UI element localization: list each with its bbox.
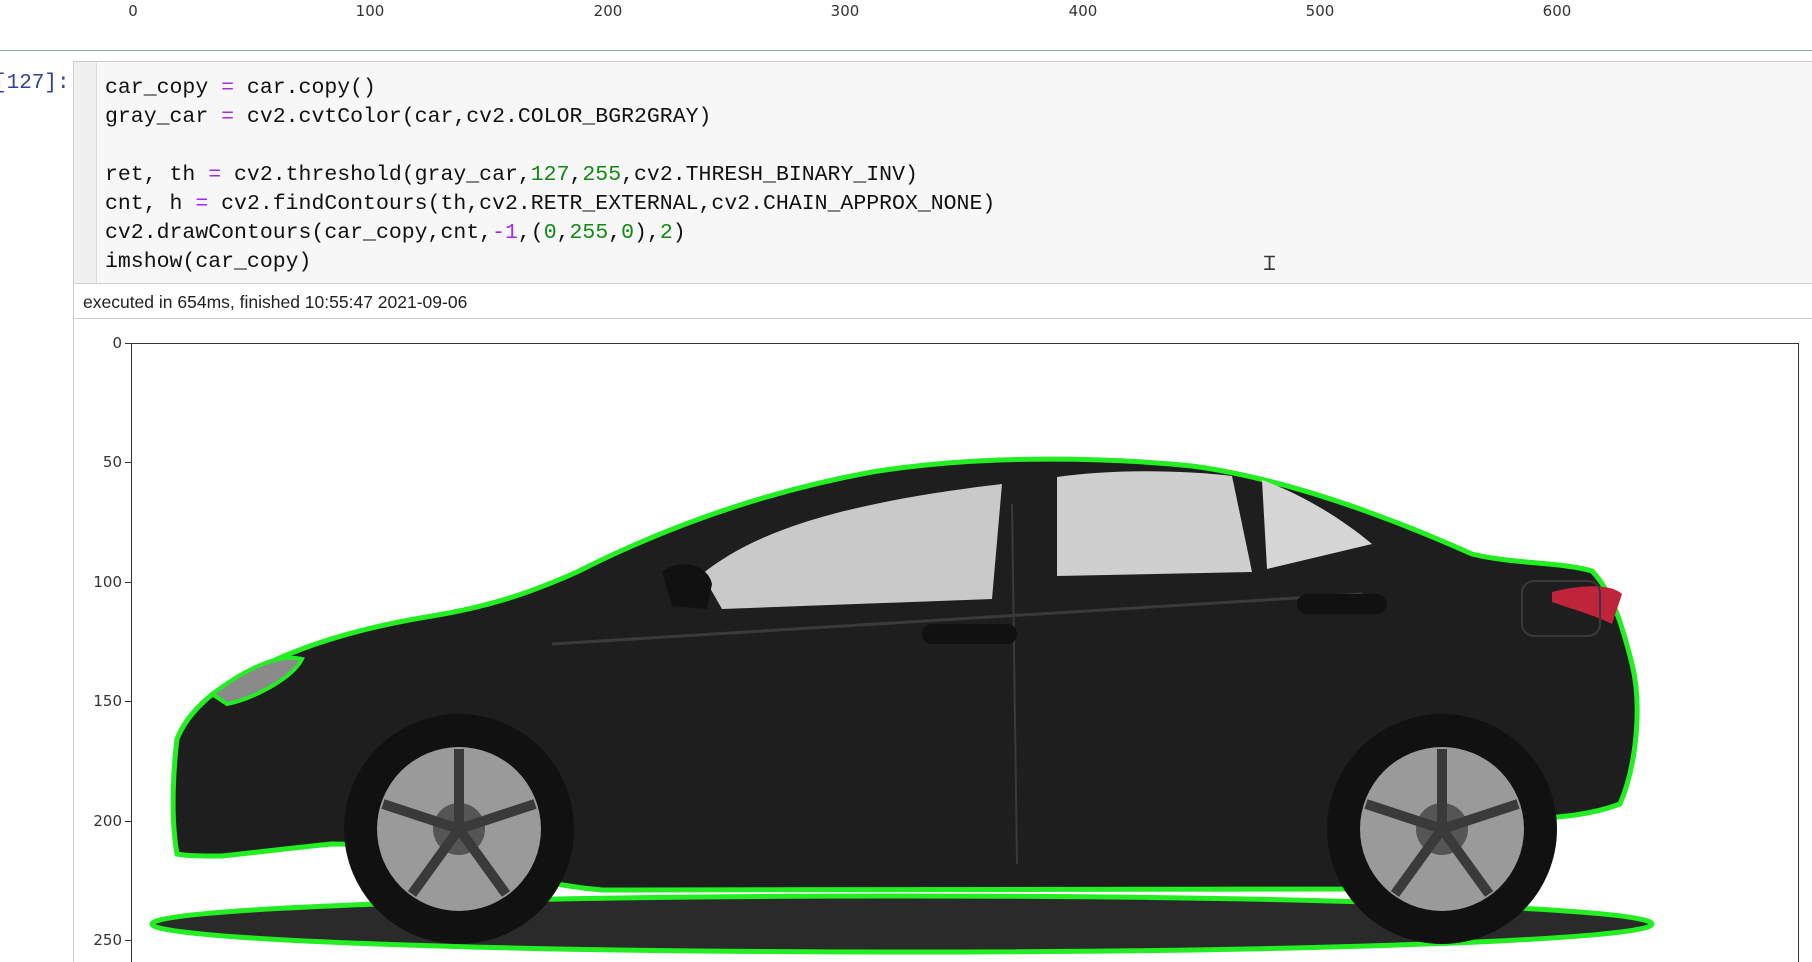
code-token: 0 (621, 221, 635, 245)
code-line: gray_car = cv2.cvtColor(car,cv2.COLOR_BG… (105, 103, 995, 132)
code-cell[interactable]: car_copy = car.copy() gray_car = cv2.cvtC… (73, 61, 1812, 284)
code-token: ,cv2.THRESH_BINARY_INV) (621, 163, 918, 187)
y-tick-mark (125, 701, 131, 702)
code-token: car.copy() (234, 76, 376, 100)
x-tick-label: 200 (593, 2, 623, 20)
code-token: 255 (582, 163, 622, 187)
code-token: cv2.cvtColor(car,cv2.COLOR_BGR2GRAY) (234, 105, 712, 129)
code-token: gray_car (105, 105, 222, 129)
code-token: ) (672, 221, 686, 245)
code-line: cv2.drawContours(car_copy,cnt,-1,(0,255,… (105, 219, 995, 248)
code-editor[interactable]: car_copy = car.copy() gray_car = cv2.cvtC… (105, 74, 995, 277)
y-tick-label: 150 (93, 692, 122, 710)
code-token: 255 (569, 221, 609, 245)
code-token: 127 (530, 163, 570, 187)
image-output-frame (131, 343, 1799, 962)
y-tick-mark (125, 940, 131, 941)
code-line: car_copy = car.copy() (105, 74, 995, 103)
x-tick-label: 300 (830, 2, 860, 20)
code-token: , (569, 163, 583, 187)
code-token: = (195, 192, 209, 216)
code-token: , (608, 221, 622, 245)
code-token: cv2.findContours(th,cv2.RETR_EXTERNAL,cv… (208, 192, 996, 216)
execution-info-bar: executed in 654ms, finished 10:55:47 202… (73, 284, 1812, 319)
x-tick-label: 100 (355, 2, 385, 20)
input-prompt: [127]: (0, 72, 70, 95)
text-cursor-icon: Ɪ (1264, 253, 1276, 275)
y-tick-label: 50 (102, 453, 122, 471)
x-tick-label: 400 (1068, 2, 1098, 20)
code-token: imshow(car_copy) (105, 250, 312, 274)
y-tick-mark (125, 582, 131, 583)
execution-info: executed in 654ms, finished 10:55:47 202… (83, 292, 468, 312)
x-tick-label: 500 (1305, 2, 1335, 20)
car-window-middle (1057, 471, 1252, 576)
code-token: -1 (492, 221, 518, 245)
code-token: cnt, h (105, 192, 196, 216)
x-tick-label: 600 (1542, 2, 1572, 20)
code-token: ret, th (105, 163, 209, 187)
y-tick-label: 200 (93, 812, 122, 830)
code-token: = (221, 76, 235, 100)
previous-output-x-axis: 0 100 200 300 400 500 600 (0, 0, 1812, 48)
rear-door-handle (1297, 594, 1387, 614)
code-line: imshow(car_copy) (105, 248, 995, 277)
y-tick-mark (125, 343, 131, 344)
code-token: cv2.drawContours(car_copy,cnt, (105, 221, 493, 245)
code-token: = (221, 105, 235, 129)
y-tick-label: 0 (112, 334, 122, 352)
y-tick-mark (125, 821, 131, 822)
code-line: cnt, h = cv2.findContours(th,cv2.RETR_EX… (105, 190, 995, 219)
code-token: 2 (659, 221, 673, 245)
code-token: car_copy (105, 76, 222, 100)
y-tick-label: 250 (93, 931, 122, 949)
cell-divider (0, 50, 1812, 51)
code-line: ret, th = cv2.threshold(gray_car,127,255… (105, 161, 995, 190)
y-tick-mark (125, 462, 131, 463)
code-token: 0 (543, 221, 557, 245)
code-token: ), (634, 221, 660, 245)
code-token: ,( (517, 221, 544, 245)
code-gutter (74, 62, 97, 283)
code-token: , (556, 221, 570, 245)
code-token: cv2.threshold(gray_car, (221, 163, 531, 187)
front-door-handle (922, 624, 1017, 644)
front-wheel (344, 714, 574, 944)
car-contour-image (149, 456, 1655, 955)
code-token: = (208, 163, 222, 187)
y-tick-label: 100 (93, 573, 122, 591)
x-tick-label: 0 (128, 2, 138, 20)
rear-wheel (1327, 714, 1557, 944)
